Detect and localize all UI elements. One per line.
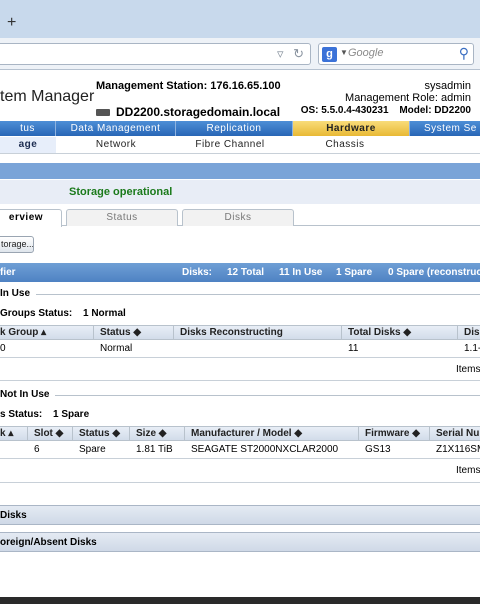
foreign-absent-disks-panel-title: oreign/Absent Disks bbox=[0, 537, 97, 548]
new-tab-button[interactable]: + bbox=[7, 14, 16, 32]
sort-asc-icon[interactable]: ▴ bbox=[8, 428, 13, 439]
col-firmware[interactable]: Firmware ◆ bbox=[365, 428, 420, 439]
col-size[interactable]: Size ◆ bbox=[136, 428, 167, 439]
cell-slot: 6 bbox=[34, 444, 40, 455]
search-box[interactable]: g ▼ Google ⚲ bbox=[318, 43, 474, 65]
cell-status: Normal bbox=[100, 343, 133, 354]
groups-status-label: Groups Status: bbox=[0, 308, 73, 319]
nav-hardware[interactable]: Hardware bbox=[293, 121, 410, 136]
browser-tab-strip: + bbox=[0, 0, 480, 38]
disks-spare: 1 Spare bbox=[336, 267, 373, 278]
os-version: OS: 5.5.0.4-430231 bbox=[300, 105, 389, 116]
col-status[interactable]: Status ◆ bbox=[79, 428, 120, 439]
cell-total-disks: 11 bbox=[348, 343, 359, 354]
col-disk-group[interactable]: k Group ▴ bbox=[0, 327, 46, 338]
col-disks-reconstructing[interactable]: Disks Reconstructing bbox=[180, 327, 283, 338]
app-title: stem Manager bbox=[0, 88, 95, 105]
col-disks[interactable]: Disk bbox=[464, 327, 480, 338]
disks-panel-header[interactable]: Disks bbox=[0, 505, 480, 525]
google-icon[interactable]: g bbox=[322, 47, 337, 62]
not-in-use-items-count: Items bbox=[456, 465, 480, 476]
subnav-network[interactable]: Network bbox=[56, 137, 176, 153]
subnav-fibre-channel[interactable]: Fibre Channel bbox=[176, 137, 284, 153]
sort-icon[interactable]: ◆ bbox=[294, 428, 302, 439]
sub-nav: age Network Fibre Channel Chassis bbox=[0, 137, 480, 154]
storage-status: Storage operational bbox=[69, 186, 173, 198]
nav-status[interactable]: tus bbox=[0, 121, 56, 136]
configure-storage-button[interactable]: torage... bbox=[0, 236, 34, 253]
section-title-bar bbox=[0, 163, 480, 179]
sort-asc-icon[interactable]: ▴ bbox=[41, 327, 46, 338]
col-serial-number[interactable]: Serial Nur bbox=[436, 428, 480, 439]
col-slot[interactable]: Slot ◆ bbox=[34, 428, 63, 439]
engine-dropdown-icon[interactable]: ▼ bbox=[340, 48, 348, 57]
app-header: stem Manager Management Station: 176.16.… bbox=[0, 71, 480, 121]
main-nav: tus Data Management Replication Hardware… bbox=[0, 121, 480, 136]
window-bottom-edge bbox=[0, 597, 480, 604]
management-station: Management Station: 176.16.65.100 bbox=[96, 80, 281, 92]
storage-tabs: erview Status Disks bbox=[0, 209, 480, 227]
sort-icon[interactable]: ◆ bbox=[159, 428, 167, 439]
system-name: DD2200.storagedomain.local bbox=[96, 105, 280, 119]
cell-size: 1.81 TiB bbox=[136, 444, 173, 455]
cell-disk-group: 0 bbox=[0, 343, 6, 354]
sort-icon[interactable]: ◆ bbox=[412, 428, 420, 439]
table-row[interactable]: 6 Spare 1.81 TiB SEAGATE ST2000NXCLAR200… bbox=[0, 442, 480, 457]
not-in-use-table-header: k ▴ Slot ◆ Status ◆ Size ◆ Manufacturer … bbox=[0, 426, 480, 441]
url-bar[interactable]: ▿ ↻ bbox=[0, 43, 311, 65]
in-use-heading: In Use bbox=[0, 288, 37, 299]
cell-firmware: GS13 bbox=[365, 444, 391, 455]
tier-name: fier bbox=[0, 267, 16, 278]
browser-nav-bar: ▿ ↻ g ▼ Google ⚲ bbox=[0, 38, 480, 70]
cell-serial-number: Z1X116SM bbox=[436, 444, 480, 455]
cell-disks: 1.1- bbox=[464, 343, 480, 354]
in-use-section-header: In Use bbox=[0, 288, 480, 302]
nav-system-settings[interactable]: System Se bbox=[410, 121, 480, 136]
disks-status-label: s Status: bbox=[0, 409, 43, 420]
disks-spare-reconstructing: 0 Spare (reconstruct bbox=[388, 267, 480, 278]
not-in-use-heading: Not In Use bbox=[0, 389, 56, 400]
col-manufacturer-model[interactable]: Manufacturer / Model ◆ bbox=[191, 428, 302, 439]
sort-icon[interactable]: ◆ bbox=[112, 428, 120, 439]
tab-overview[interactable]: erview bbox=[0, 209, 62, 227]
disks-total: 12 Total bbox=[227, 267, 265, 278]
in-use-table-header: k Group ▴ Status ◆ Disks Reconstructing … bbox=[0, 325, 480, 340]
sort-icon[interactable]: ◆ bbox=[403, 327, 411, 338]
groups-status-line: Groups Status: 1 Normal bbox=[0, 308, 480, 320]
storage-status-row: Storage operational bbox=[0, 180, 480, 204]
subnav-chassis[interactable]: Chassis bbox=[296, 137, 394, 153]
reload-icon[interactable]: ↻ bbox=[293, 46, 304, 61]
disks-status-line: s Status: 1 Spare bbox=[0, 409, 480, 421]
search-icon[interactable]: ⚲ bbox=[459, 45, 469, 62]
search-placeholder: Google bbox=[348, 47, 384, 59]
os-model-line: OS: 5.5.0.4-430231 Model: DD2200 bbox=[293, 105, 471, 116]
user-name[interactable]: sysadmin bbox=[425, 80, 471, 92]
sort-icon[interactable]: ◆ bbox=[56, 428, 64, 439]
disks-label: Disks: bbox=[182, 267, 213, 278]
model: Model: DD2200 bbox=[399, 105, 471, 116]
table-row[interactable]: 0 Normal 11 1.1- bbox=[0, 341, 480, 356]
cell-status: Spare bbox=[79, 444, 106, 455]
tab-disks[interactable]: Disks bbox=[182, 209, 294, 226]
col-status[interactable]: Status ◆ bbox=[100, 327, 141, 338]
cell-manufacturer-model: SEAGATE ST2000NXCLAR2000 bbox=[191, 444, 339, 455]
sort-icon[interactable]: ◆ bbox=[133, 327, 141, 338]
nav-data-management[interactable]: Data Management bbox=[56, 121, 176, 136]
active-tier-bar[interactable]: fier Disks: 12 Total 11 In Use 1 Spare 0… bbox=[0, 263, 480, 282]
not-in-use-section-header: Not In Use bbox=[0, 389, 480, 403]
disks-panel-title: Disks bbox=[0, 510, 27, 521]
nav-replication[interactable]: Replication bbox=[176, 121, 293, 136]
in-use-items-count: Items bbox=[456, 364, 480, 375]
col-disk[interactable]: k ▴ bbox=[0, 428, 13, 439]
management-role: Management Role: admin bbox=[345, 92, 471, 104]
col-total-disks[interactable]: Total Disks ◆ bbox=[348, 327, 411, 338]
dropdown-arrow-icon[interactable]: ▿ bbox=[277, 46, 284, 61]
storage-icon bbox=[96, 109, 110, 117]
disks-status-value: 1 Spare bbox=[53, 409, 90, 420]
foreign-absent-disks-panel-header[interactable]: oreign/Absent Disks bbox=[0, 532, 480, 552]
tab-status[interactable]: Status bbox=[66, 209, 178, 226]
groups-status-value: 1 Normal bbox=[83, 308, 126, 319]
disks-in-use: 11 In Use bbox=[279, 267, 323, 278]
subnav-storage[interactable]: age bbox=[0, 137, 56, 153]
